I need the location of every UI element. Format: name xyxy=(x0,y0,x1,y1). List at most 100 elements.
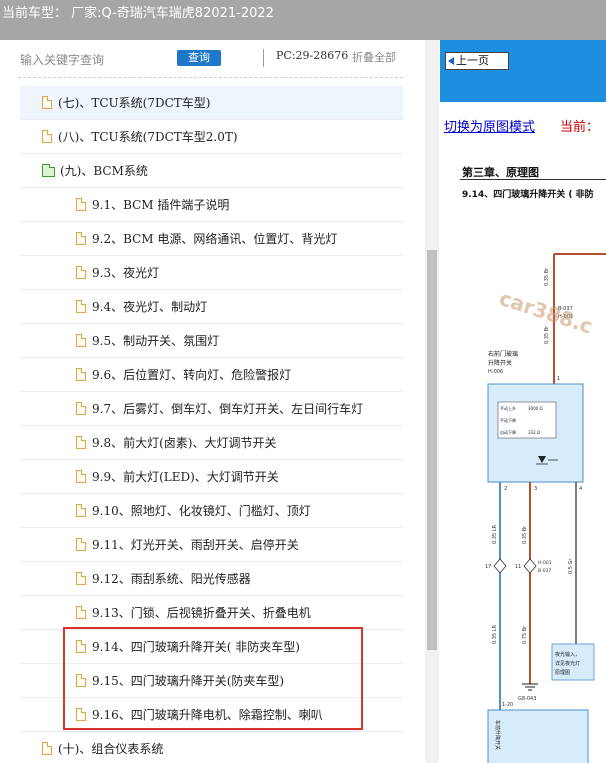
prev-page-label: 上一页 xyxy=(456,54,489,67)
pin-label: 4 xyxy=(579,486,582,492)
tree-item-label: (八)、TCU系统(7DCT车型2.0T) xyxy=(58,130,238,144)
tree-item-label: 9.10、照地灯、化妆镜灯、门槛灯、顶灯 xyxy=(92,504,311,518)
tree-item-label: 9.2、BCM 电源、网络通讯、位置灯、背光灯 xyxy=(92,232,338,246)
switch-code: H-006 xyxy=(488,369,503,375)
document-icon xyxy=(76,640,86,653)
tree-item-9-2[interactable]: 9.2、BCM 电源、网络通讯、位置灯、背光灯 xyxy=(20,222,403,256)
tree-item-9-6[interactable]: 9.6、后位置灯、转向灯、危险警报灯 xyxy=(20,358,403,392)
tree-item-label: 9.5、制动开关、氛围灯 xyxy=(92,334,220,348)
wire-label: 0.35 Br xyxy=(544,325,550,344)
splice-label: 11 xyxy=(515,564,521,570)
document-icon xyxy=(76,232,86,245)
wire-label: 0.35 Br xyxy=(522,525,528,544)
viewer-nav-bar: 上一页 xyxy=(440,40,606,102)
wire-label: 0.35 Br xyxy=(544,267,550,286)
tree-item-label: 9.13、门锁、后视镜折叠开关、折叠电机 xyxy=(92,606,311,620)
tree-item-9-9[interactable]: 9.9、前大灯(LED)、大灯调节开关 xyxy=(20,460,403,494)
tree-item-9-13[interactable]: 9.13、门锁、后视镜折叠开关、折叠电机 xyxy=(20,596,403,630)
document-icon xyxy=(76,334,86,347)
tree-item-label: 9.15、四门玻璃升降开关(防夹车型) xyxy=(92,674,285,688)
splice-label: 17 xyxy=(485,564,491,570)
left-panel: 查询 PC:29-28676 折叠全部 (七)、TCU系统(7DCT车型) (八… xyxy=(0,40,425,763)
wire-label: 0.35 LR xyxy=(492,524,498,544)
tree-item-tcu-7dct[interactable]: (七)、TCU系统(7DCT车型) xyxy=(20,86,403,120)
wire-label: 0.35 LR xyxy=(492,624,498,644)
search-input[interactable] xyxy=(18,50,162,70)
row-label: 自动下降 xyxy=(500,429,516,435)
divider xyxy=(18,77,403,78)
collapse-all-link[interactable]: 折叠全部 xyxy=(352,49,396,65)
search-button[interactable]: 查询 xyxy=(177,50,221,66)
splice-code: B-037 xyxy=(538,568,551,574)
tree-item-bcm-folder[interactable]: (九)、BCM系统 xyxy=(20,154,403,188)
switch-title: 右前门玻璃 xyxy=(488,350,518,358)
document-icon xyxy=(76,198,86,211)
title-bar: 当前车型： 厂家:Q-奇瑞汽车瑞虎82021-2022 xyxy=(0,0,606,40)
wire-label: 0.75 Br xyxy=(522,625,528,644)
tree-item-9-10[interactable]: 9.10、照地灯、化妆镜灯、门槛灯、顶灯 xyxy=(20,494,403,528)
wire-label: 0.5 Gr xyxy=(568,558,574,574)
tree-item-label: 9.6、后位置灯、转向灯、危险警报灯 xyxy=(92,368,292,382)
tree-item-label: 9.4、夜光灯、制动灯 xyxy=(92,300,208,314)
current-page-label: 当前： xyxy=(560,120,600,135)
document-icon xyxy=(76,606,86,619)
wiring-diagram-page: 第三章、原理图 9.14、四门玻璃升降开关 ( 非防 0.35 Br 0.35 … xyxy=(458,158,606,763)
document-icon xyxy=(76,436,86,449)
switch-title: 升降开关 xyxy=(488,359,512,367)
tree-item-label: 9.11、灯光开关、雨刮开关、启停开关 xyxy=(92,538,299,552)
scroll-thumb[interactable] xyxy=(427,250,437,650)
document-icon xyxy=(42,96,52,109)
scrollbar[interactable] xyxy=(425,40,439,763)
document-icon xyxy=(76,368,86,381)
tree-item-label: 9.14、四门玻璃升降开关( 非防夹车型) xyxy=(92,640,300,654)
folder-open-icon xyxy=(42,163,55,177)
tree-item-label: 9.8、前大灯(卤素)、大灯调节开关 xyxy=(92,436,277,450)
tree-item-9-1[interactable]: 9.1、BCM 插件端子说明 xyxy=(20,188,403,222)
splice-left xyxy=(493,558,507,574)
tree-item-9-7[interactable]: 9.7、后雾灯、倒车灯、倒车灯开关、左日间行车灯 xyxy=(20,392,403,426)
tree-item-9-14[interactable]: 9.14、四门玻璃升降开关( 非防夹车型) xyxy=(20,630,403,664)
current-model-title: 当前车型： 厂家:Q-奇瑞汽车瑞虎82021-2022 xyxy=(2,6,274,21)
document-icon xyxy=(76,266,86,279)
tree-item-9-5[interactable]: 9.5、制动开关、氛围灯 xyxy=(20,324,403,358)
search-row: 查询 PC:29-28676 折叠全部 xyxy=(0,40,425,76)
tree-item-label: (十)、组合仪表系统 xyxy=(58,742,164,756)
document-icon xyxy=(76,572,86,585)
tree-item-cluster[interactable]: (十)、组合仪表系统 xyxy=(20,732,403,763)
tree-item-label: 9.1、BCM 插件端子说明 xyxy=(92,198,230,212)
tree-item-9-15[interactable]: 9.15、四门玻璃升降开关(防夹车型) xyxy=(20,664,403,698)
document-icon xyxy=(76,402,86,415)
document-icon xyxy=(76,504,86,517)
switch-original-mode-link[interactable]: 切换为原图模式 xyxy=(444,116,535,135)
tree-item-9-8[interactable]: 9.8、前大灯(卤素)、大灯调节开关 xyxy=(20,426,403,460)
document-icon xyxy=(76,538,86,551)
tree-item-9-4[interactable]: 9.4、夜光灯、制动灯 xyxy=(20,290,403,324)
tree-item-label: 9.7、后雾灯、倒车灯、倒车灯开关、左日间行车灯 xyxy=(92,402,364,416)
wiring-diagram: 0.35 Br 0.35 Br B-037 H-001 car388.c 右前门… xyxy=(485,253,606,763)
row-label: 手动上升 xyxy=(500,405,516,411)
tree-item-label: (七)、TCU系统(7DCT车型) xyxy=(58,96,211,110)
document-icon xyxy=(76,674,86,687)
separator xyxy=(263,49,264,67)
bottom-module-box xyxy=(487,709,589,763)
tree-item-label: 9.16、四门玻璃升降电机、除霜控制、喇叭 xyxy=(92,708,323,722)
tree-item-9-3[interactable]: 9.3、夜光灯 xyxy=(20,256,403,290)
tree-item-label: 9.3、夜光灯 xyxy=(92,266,160,280)
document-icon xyxy=(76,708,86,721)
prev-page-button[interactable]: 上一页 xyxy=(445,52,509,70)
tree-item-9-11[interactable]: 9.11、灯光开关、雨刮开关、启停开关 xyxy=(20,528,403,562)
splice-code: H-001 xyxy=(538,560,552,566)
document-icon xyxy=(42,742,52,755)
tree-item-label: 9.9、前大灯(LED)、大灯调节开关 xyxy=(92,470,279,484)
tree-item-tcu-7dct-2t[interactable]: (八)、TCU系统(7DCT车型2.0T) xyxy=(20,120,403,154)
row-value: 332 Ω xyxy=(528,430,540,435)
tree-item-label: (九)、BCM系统 xyxy=(60,164,148,178)
tree-item-9-12[interactable]: 9.12、雨刮系统、阳光传感器 xyxy=(20,562,403,596)
tree-item-9-16[interactable]: 9.16、四门玻璃升降电机、除霜控制、喇叭 xyxy=(20,698,403,732)
ground-code: G8-043 xyxy=(518,696,536,702)
row-value: 3000 Ω xyxy=(528,406,543,411)
section-heading: 9.14、四门玻璃升降开关 ( 非防 xyxy=(462,190,594,200)
pin-label: 2 xyxy=(504,486,507,492)
row-label: 手动下降 xyxy=(500,417,516,423)
pc-info: PC:29-28676 xyxy=(276,49,349,62)
